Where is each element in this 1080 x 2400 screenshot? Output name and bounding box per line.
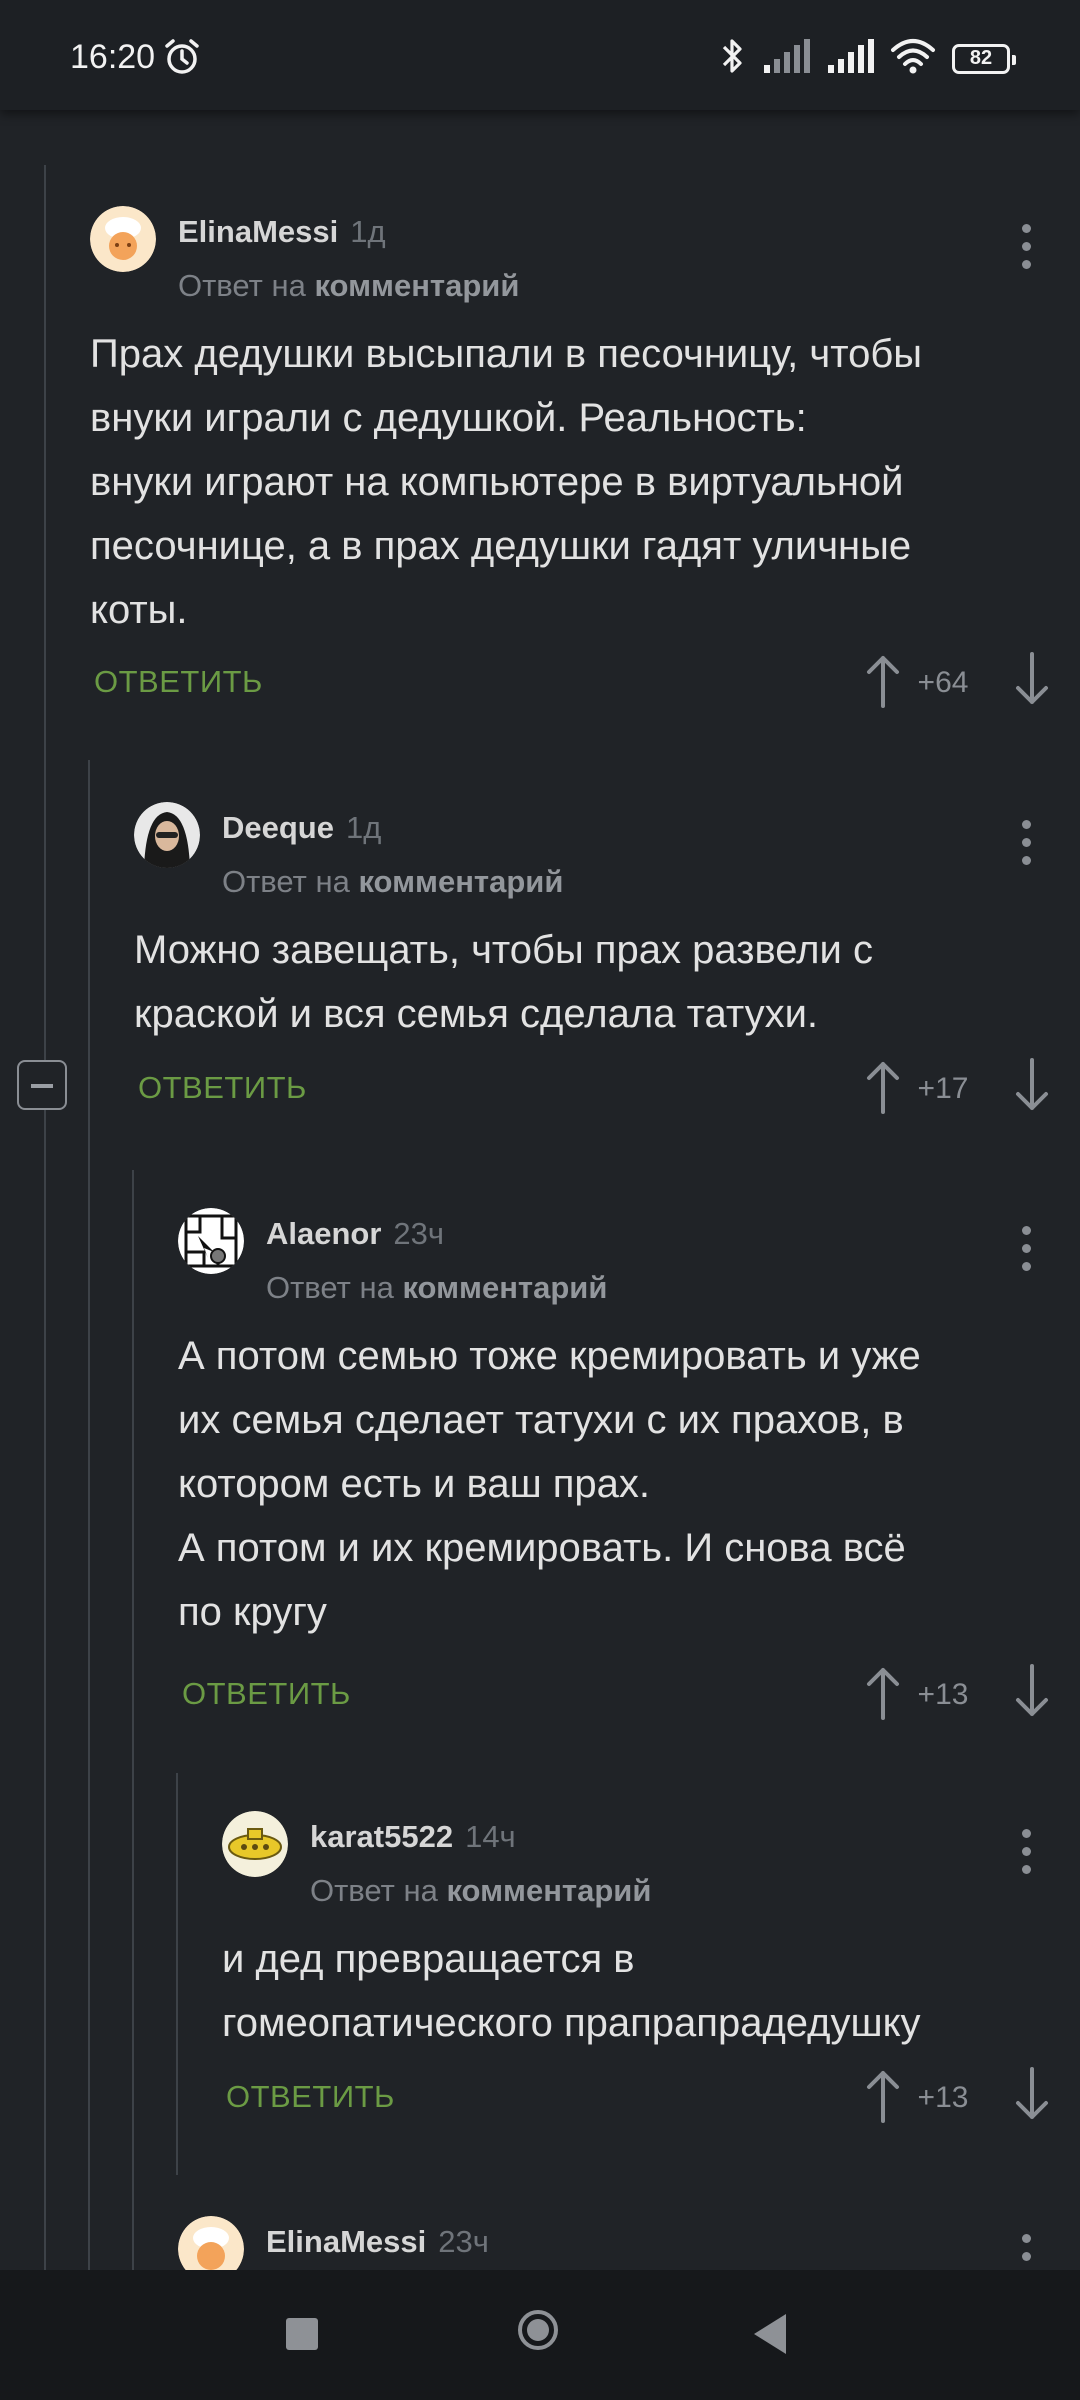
reply-to-link[interactable]: комментарий: [402, 1270, 607, 1305]
avatar[interactable]: [178, 1208, 244, 1274]
author-name[interactable]: Deeque: [222, 810, 334, 845]
author-name[interactable]: ElinaMessi: [266, 2224, 426, 2259]
comment-actions: ОТВЕТИТЬ +13: [178, 1662, 1080, 1722]
avatar[interactable]: [90, 206, 156, 272]
comment-text: Прах дедушки высыпали в песочницу, чтобы…: [90, 332, 923, 632]
reply-button[interactable]: ОТВЕТИТЬ: [94, 664, 263, 700]
author-line: Deeque 1д: [222, 810, 381, 846]
comment: Deeque 1д Ответ на комментарий Можно заве…: [134, 756, 1080, 1156]
navigation-bar: [0, 2270, 1080, 2400]
more-options-icon[interactable]: [1022, 1226, 1032, 1280]
reply-to: Ответ на комментарий: [178, 268, 519, 304]
reply-to-link[interactable]: комментарий: [314, 268, 519, 303]
comment: ElinaMessi 1д Ответ на комментарий Прах д…: [90, 160, 1080, 720]
status-bar: 16:20 82: [0, 0, 1080, 110]
reply-to: Ответ на комментарий: [222, 864, 563, 900]
alarm-icon: [162, 37, 202, 82]
comment-time: 1д: [345, 810, 382, 845]
reply-to: Ответ на комментарий: [266, 1270, 607, 1306]
more-options-icon[interactable]: [1022, 1829, 1032, 1883]
signal-icon: [826, 39, 874, 78]
comment-text: и дед превращается в гомеопатического пр…: [222, 1937, 921, 2045]
recent-apps-icon[interactable]: [286, 2318, 318, 2350]
wifi-icon: [890, 38, 936, 79]
collapse-thread-button[interactable]: [17, 1060, 67, 1110]
reply-to-link[interactable]: комментарий: [358, 864, 563, 899]
downvote-arrow-icon[interactable]: [1012, 650, 1052, 715]
back-icon[interactable]: [754, 2314, 786, 2354]
battery-level: 82: [969, 47, 993, 69]
thread-line: [176, 1773, 178, 2175]
reply-to-link[interactable]: комментарий: [446, 1873, 651, 1908]
reply-button[interactable]: ОТВЕТИТЬ: [226, 2079, 395, 2115]
downvote-arrow-icon[interactable]: [1012, 1056, 1052, 1121]
home-icon[interactable]: [518, 2310, 558, 2350]
comment-actions: ОТВЕТИТЬ +64: [90, 650, 1080, 710]
downvote-arrow-icon[interactable]: [1012, 1662, 1052, 1727]
author-name[interactable]: karat5522: [310, 1819, 453, 1854]
comment: ElinaMessi 23ч: [178, 2170, 1080, 2270]
comment-text: Можно завещать, чтобы прах развели с кра…: [134, 928, 873, 1036]
comment-time: 23ч: [438, 2224, 489, 2259]
author-line: karat5522 14ч: [310, 1819, 516, 1855]
upvote-arrow-icon[interactable]: [863, 1662, 903, 1727]
reply-button[interactable]: ОТВЕТИТЬ: [138, 1070, 307, 1106]
avatar[interactable]: [222, 1811, 288, 1877]
more-options-icon[interactable]: [1022, 820, 1032, 874]
comment-time: 1д: [350, 214, 386, 249]
battery-icon: 82: [952, 43, 1016, 74]
comment-actions: ОТВЕТИТЬ +13: [222, 2065, 1080, 2125]
comment-text: А потом семью тоже кремировать и уже их …: [178, 1334, 921, 1634]
comment: karat5522 14ч Ответ на комментарий и дед …: [222, 1765, 1080, 2165]
rating-score: +64: [917, 666, 969, 699]
upvote-arrow-icon[interactable]: [863, 2065, 903, 2130]
author-line: ElinaMessi 23ч: [266, 2224, 489, 2260]
comment-actions: ОТВЕТИТЬ +17: [134, 1056, 1080, 1116]
rating-score: +13: [917, 2081, 969, 2114]
reply-button[interactable]: ОТВЕТИТЬ: [182, 1676, 351, 1712]
avatar[interactable]: [178, 2216, 244, 2270]
reply-prefix: Ответ на: [310, 1873, 438, 1908]
author-line: Alaenor 23ч: [266, 1216, 444, 1252]
thread-line: [44, 165, 46, 2270]
reply-prefix: Ответ на: [178, 268, 306, 303]
upvote-arrow-icon[interactable]: [863, 650, 903, 715]
downvote-arrow-icon[interactable]: [1012, 2065, 1052, 2130]
rating-score: +13: [917, 1678, 969, 1711]
author-name[interactable]: Alaenor: [266, 1216, 381, 1251]
reply-prefix: Ответ на: [266, 1270, 394, 1305]
author-line: ElinaMessi 1д: [178, 214, 386, 250]
rating-score: +17: [917, 1072, 969, 1105]
signal-icon: [762, 39, 810, 78]
comment: Alaenor 23ч Ответ на комментарий А потом …: [178, 1162, 1080, 1742]
status-time: 16:20: [70, 38, 156, 76]
more-options-icon[interactable]: [1022, 224, 1032, 278]
reply-to: Ответ на комментарий: [310, 1873, 651, 1909]
comment-time: 23ч: [393, 1216, 445, 1251]
avatar[interactable]: [134, 802, 200, 868]
more-options-icon[interactable]: [1022, 2234, 1032, 2270]
thread-line: [132, 1170, 134, 2270]
upvote-arrow-icon[interactable]: [863, 1056, 903, 1121]
bluetooth-icon: [720, 36, 746, 81]
author-name[interactable]: ElinaMessi: [178, 214, 338, 249]
comment-time: 14ч: [465, 1819, 516, 1854]
reply-prefix: Ответ на: [222, 864, 350, 899]
thread-line: [88, 760, 90, 2270]
